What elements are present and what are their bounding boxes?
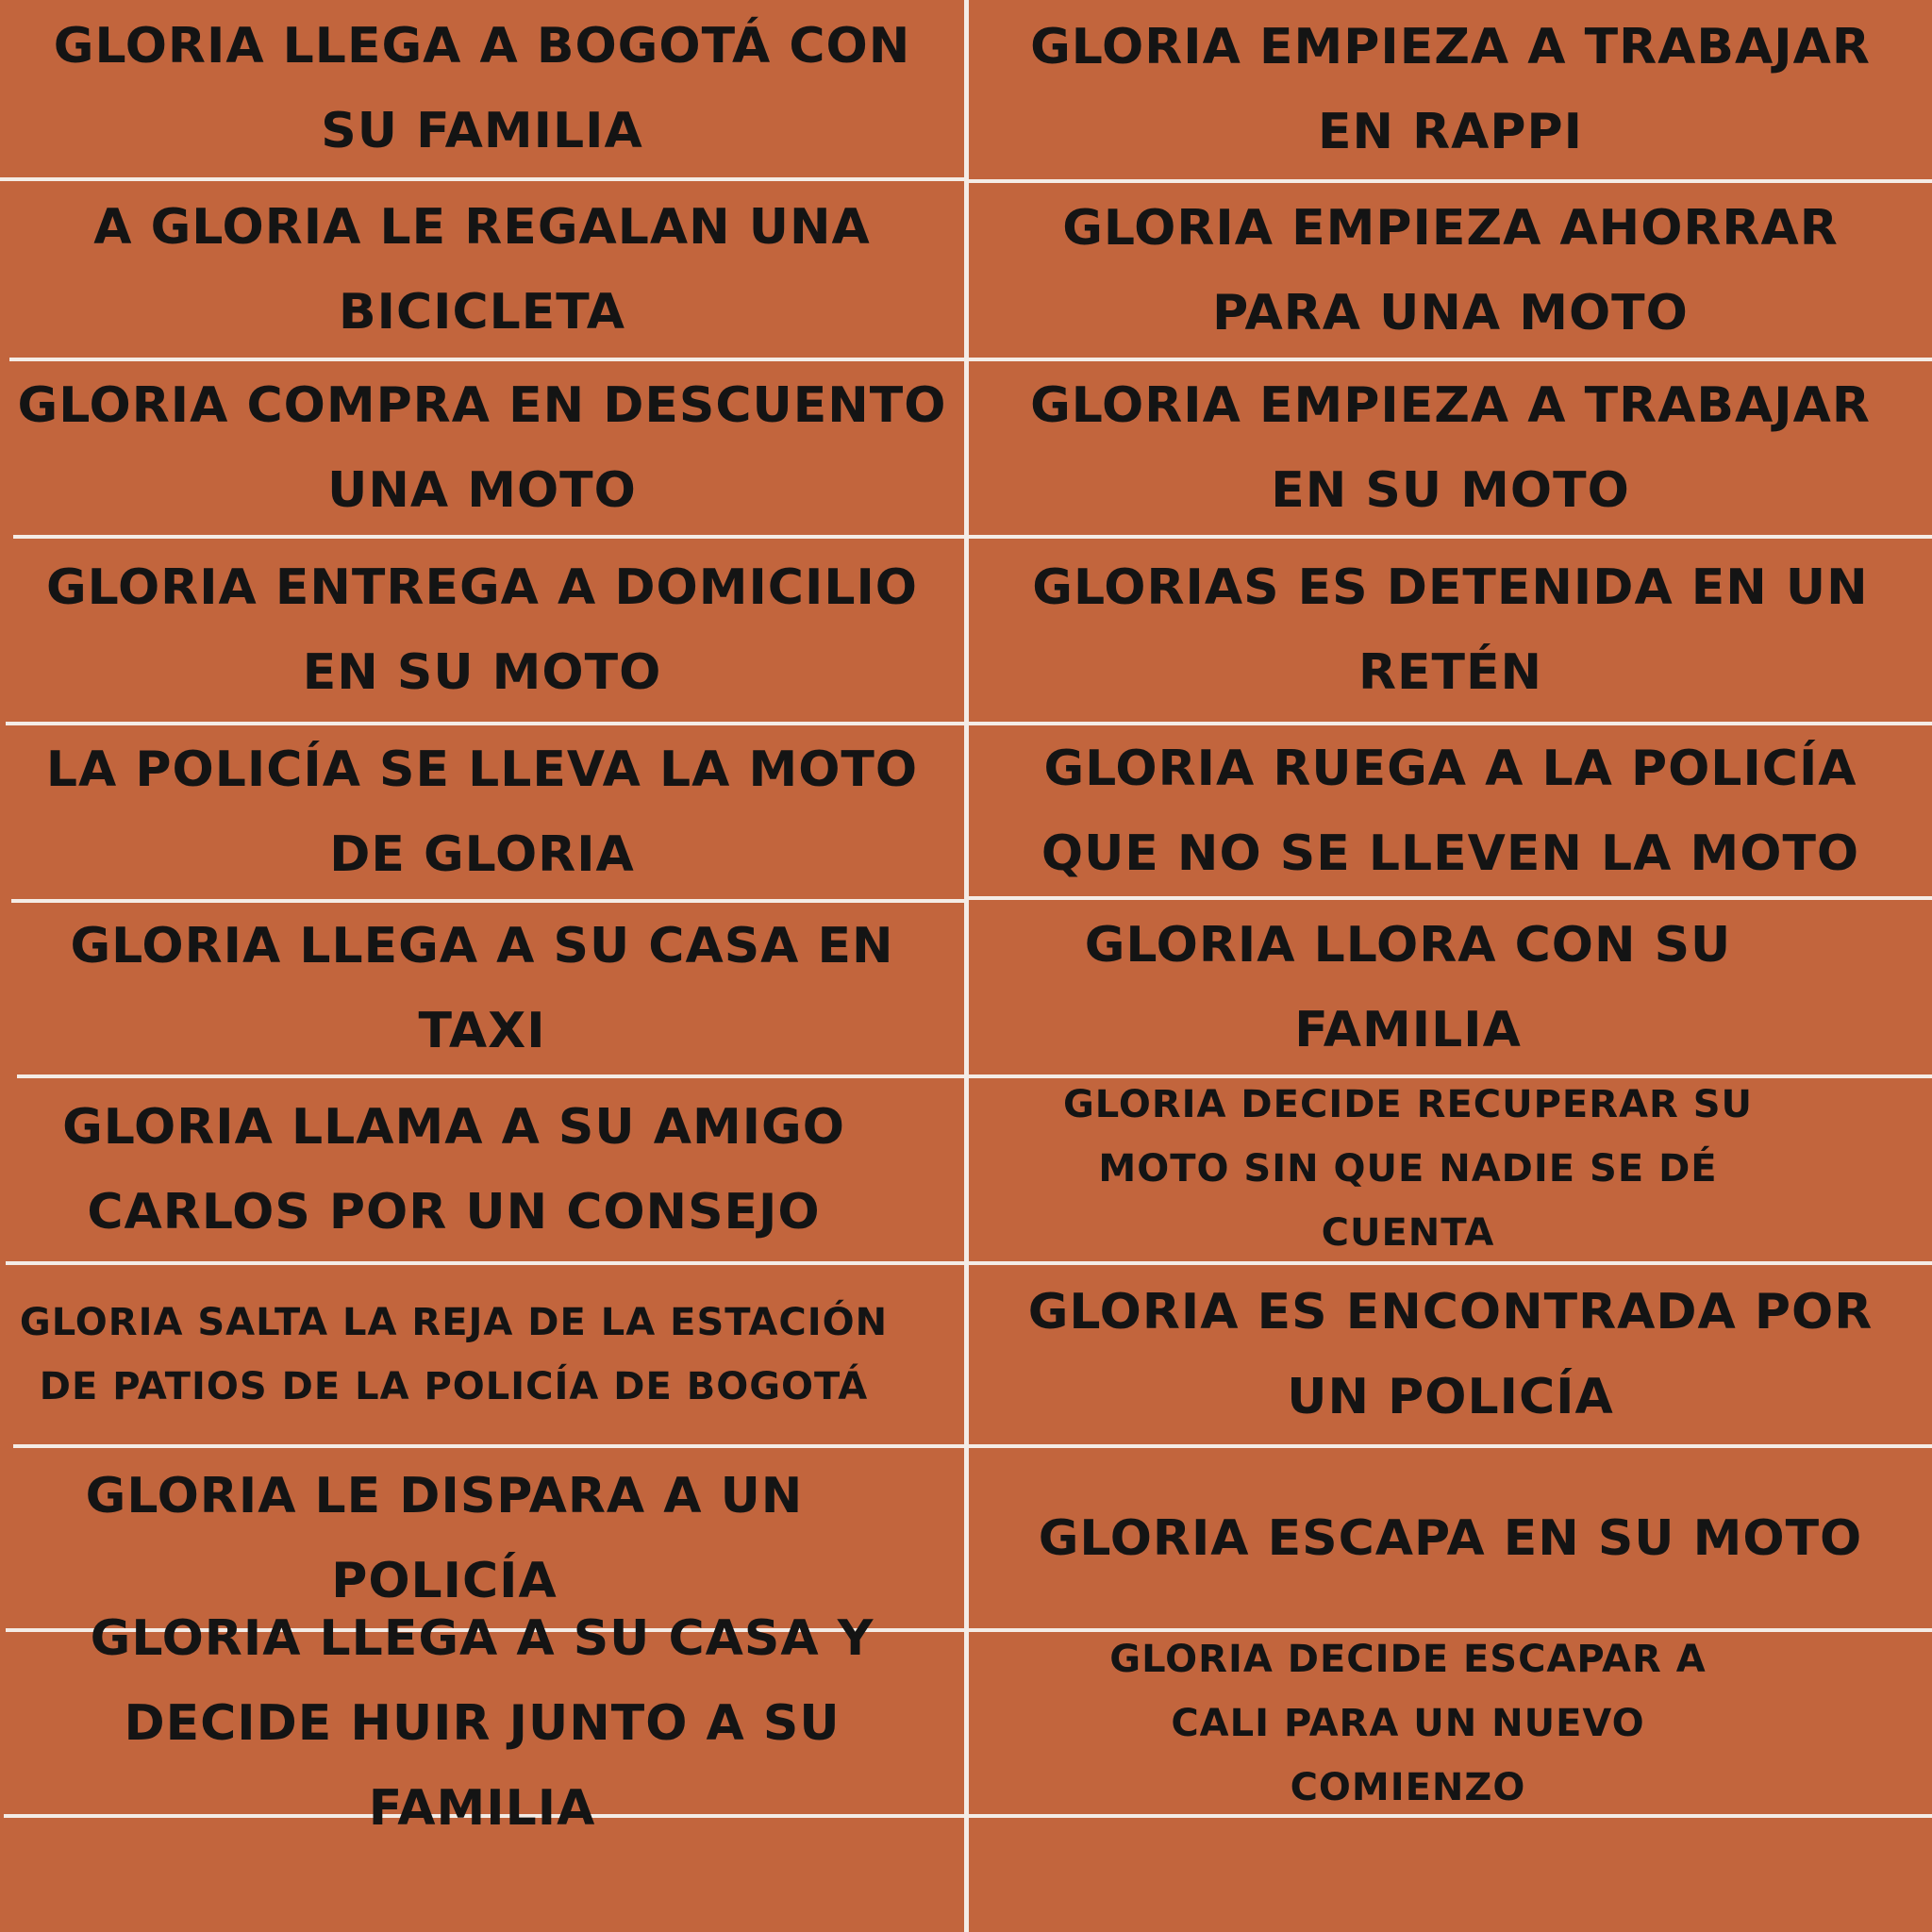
event-text: GLORIA EMPIEZA A TRABAJAR EN RAPPI [1030,19,1871,160]
event-card-right: GLORIA LLORA CON SU FAMILIA [969,900,1932,1074]
event-text: GLORIA DECIDE RECUPERAR SU MOTO SIN QUE … [1062,1083,1754,1255]
event-card-right: GLORIA ES ENCONTRADA POR UN POLICÍA [969,1265,1932,1444]
event-card-left: LA POLICÍA SE LLEVA LA MOTO DE GLORIA [0,725,964,899]
event-card-right: GLORIA ESCAPA EN SU MOTO [969,1448,1932,1628]
event-text: GLORIA LLAMA A SU AMIGO CARLOS POR UN CO… [62,1099,845,1241]
event-card-right: GLORIAS ES DETENIDA EN UN RETÉN [969,539,1932,722]
event-text: GLORIA DECIDE ESCAPAR A CALI PARA UN NUE… [1109,1637,1707,1809]
event-text: A GLORIA LE REGALAN UNA BICICLETA [93,198,871,341]
event-text: GLORIA ES ENCONTRADA POR UN POLICÍA [1027,1284,1874,1425]
event-card-right: GLORIA EMPIEZA A TRABAJAR EN SU MOTO [969,361,1932,535]
event-text: GLORIA EMPIEZA A TRABAJAR EN SU MOTO [1030,377,1871,519]
event-text: GLORIA ENTREGA A DOMICILIO EN SU MOTO [45,559,918,701]
event-text: LA POLICÍA SE LLEVA LA MOTO DE GLORIA [45,741,919,883]
event-card-right: GLORIA EMPIEZA AHORRAR PARA UNA MOTO [969,183,1932,358]
event-card-left: A GLORIA LE REGALAN UNA BICICLETA [0,181,964,358]
event-text: GLORIA RUEGA A LA POLICÍA QUE NO SE LLEV… [1041,740,1860,882]
story-sequence-board: GLORIA LLEGA A BOGOTÁ CON SU FAMILIA GLO… [0,0,1932,1932]
event-card-right: GLORIA DECIDE ESCAPAR A CALI PARA UN NUE… [969,1632,1932,1814]
event-text: GLORIA LLEGA A SU CASA EN TAXI [70,918,894,1059]
event-card-left: GLORIA LLEGA A BOGOTÁ CON SU FAMILIA [0,0,964,177]
empty-card-right [969,1818,1932,1932]
event-text: GLORIA EMPIEZA AHORRAR PARA UNA MOTO [1062,199,1839,341]
event-card-left: GLORIA COMPRA EN DESCUENTO UNA MOTO [0,361,964,535]
event-text: GLORIA SALTA LA REJA DE LA ESTACIÓN DE P… [19,1301,889,1408]
event-text: GLORIA LLEGA A BOGOTÁ CON SU FAMILIA [53,18,911,159]
event-text: GLORIA COMPRA EN DESCUENTO UNA MOTO [17,377,947,519]
event-card-left: GLORIA LLEGA A SU CASA Y DECIDE HUIR JUN… [0,1610,964,1837]
event-text: GLORIAS ES DETENIDA EN UN RETÉN [1032,559,1869,701]
event-card-right: GLORIA RUEGA A LA POLICÍA QUE NO SE LLEV… [969,725,1932,896]
event-card-left: GLORIA LLAMA A SU AMIGO CARLOS POR UN CO… [0,1078,964,1261]
event-text: GLORIA ESCAPA EN SU MOTO [1038,1509,1863,1567]
event-card-left: GLORIA ENTREGA A DOMICILIO EN SU MOTO [0,539,964,722]
event-card-left: GLORIA SALTA LA REJA DE LA ESTACIÓN DE P… [0,1265,964,1444]
event-card-left: GLORIA LLEGA A SU CASA EN TAXI [0,903,964,1074]
event-text: GLORIA LLEGA A SU CASA Y DECIDE HUIR JUN… [90,1609,874,1837]
event-text: GLORIA LLORA CON SU FAMILIA [1084,916,1732,1058]
event-card-right: GLORIA EMPIEZA A TRABAJAR EN RAPPI [969,0,1932,179]
event-card-right: GLORIA DECIDE RECUPERAR SU MOTO SIN QUE … [969,1076,1932,1261]
empty-card-left [0,1818,964,1932]
